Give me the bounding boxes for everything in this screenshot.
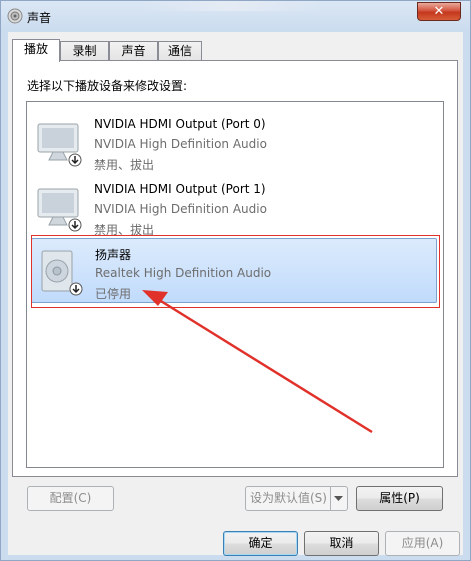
title-bar[interactable]: 声音 ✕: [1, 1, 470, 31]
cancel-button[interactable]: 取消: [304, 531, 379, 556]
tab-communications[interactable]: 通信: [158, 41, 202, 61]
chevron-down-icon: [334, 496, 343, 501]
window-title: 声音: [27, 11, 52, 25]
set-default-dropdown[interactable]: [330, 486, 346, 511]
playback-device-list[interactable]: NVIDIA HDMI Output (Port 0) NVIDIA High …: [26, 101, 444, 468]
monitor-icon: [37, 188, 82, 232]
device-name: NVIDIA HDMI Output (Port 0): [94, 117, 266, 131]
device-name: 扬声器: [95, 248, 132, 262]
device-name: NVIDIA HDMI Output (Port 1): [94, 182, 266, 196]
configure-button[interactable]: 配置(C): [27, 486, 114, 511]
device-status: 禁用、拔出: [94, 158, 155, 172]
device-item-hdmi-0[interactable]: NVIDIA HDMI Output (Port 0) NVIDIA High …: [31, 110, 437, 172]
tab-playback[interactable]: 播放: [12, 39, 60, 62]
title-blur: [141, 1, 321, 11]
device-list-prompt: 选择以下播放设备来修改设置:: [27, 79, 188, 93]
device-driver: NVIDIA High Definition Audio: [94, 137, 267, 151]
device-status: 禁用、拔出: [94, 223, 155, 237]
close-icon: ✕: [433, 4, 445, 19]
device-driver: Realtek High Definition Audio: [95, 266, 272, 280]
device-status: 已停用: [95, 287, 132, 301]
device-item-hdmi-1[interactable]: NVIDIA HDMI Output (Port 1) NVIDIA High …: [31, 175, 437, 237]
tab-sounds[interactable]: 声音: [109, 41, 158, 61]
device-item-speakers[interactable]: 扬声器 Realtek High Definition Audio 已停用: [31, 238, 437, 303]
close-button[interactable]: ✕: [417, 2, 461, 21]
properties-button[interactable]: 属性(P): [356, 486, 443, 511]
ok-button[interactable]: 确定: [223, 531, 298, 556]
speaker-icon: [41, 250, 83, 296]
monitor-icon: [37, 123, 82, 167]
tab-recording[interactable]: 录制: [60, 41, 109, 61]
device-driver: NVIDIA High Definition Audio: [94, 202, 267, 216]
speaker-app-icon: [7, 8, 23, 24]
apply-button[interactable]: 应用(A): [385, 531, 460, 556]
